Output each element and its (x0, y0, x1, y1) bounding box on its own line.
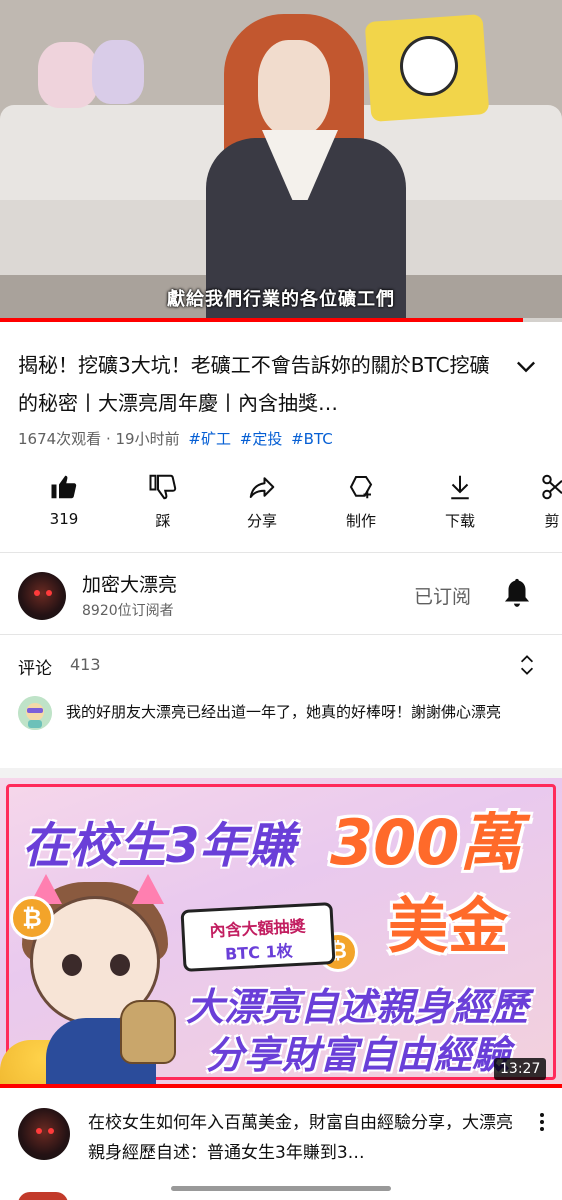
bitcoin-icon: ₿ (10, 896, 54, 940)
cartoon-girl-eye (62, 954, 82, 976)
video-duration-badge: 13:27 (494, 1058, 547, 1080)
create-label: 制作 (345, 512, 376, 530)
download-label: 下载 (444, 512, 475, 530)
more-vert-icon[interactable] (532, 1110, 552, 1134)
next-video-channel-avatar[interactable] (18, 1108, 70, 1160)
dislike-button[interactable]: 踩 (123, 472, 203, 542)
subscriber-count: 8920位订阅者 (82, 603, 174, 619)
commenter-avatar-image (18, 696, 52, 730)
create-button[interactable]: 制作 (321, 472, 401, 542)
expand-collapse-icon[interactable] (514, 652, 540, 678)
next-video-thumbnail[interactable]: ₿ ₿ 在校生3年賺 300萬 美金 內含大額抽獎 BTC 1枚 大漂亮自述親身… (0, 778, 562, 1086)
thumbnail-headline-amount: 300萬 (330, 806, 522, 879)
like-button[interactable]: 319 (24, 472, 104, 542)
hashtag-link[interactable]: #BTC (291, 430, 333, 448)
next-video-title[interactable]: 在校女生如何年入百萬美金，財富自由經驗分享，大漂亮親身經歷自述：普通女生3年賺到… (88, 1108, 518, 1168)
cartoon-girl-eye (110, 954, 130, 976)
avatar-eye (36, 1128, 42, 1134)
commenter-avatar (18, 696, 52, 730)
divider (0, 552, 562, 553)
thumbs-down-icon (149, 474, 177, 500)
channel-avatar[interactable] (18, 572, 66, 620)
share-button[interactable]: 分享 (222, 472, 302, 542)
video-frame-plush-toy (92, 40, 144, 104)
action-row: 319 踩 分享 制作 下载 剪 (0, 472, 562, 542)
watched-progress-bar (0, 1084, 562, 1088)
view-count: 1674次观看 (18, 430, 102, 448)
thumbnail-giveaway-badge: 內含大額抽獎 BTC 1枚 (180, 902, 336, 972)
video-title[interactable]: 揭秘！挖礦3大坑！老礦工不會告訴妳的關於BTC挖礦的秘密丨大漂亮周年慶丨內含抽獎… (18, 346, 498, 422)
share-label: 分享 (246, 512, 277, 530)
thumbnail-subheadline: 分享財富自由經驗 (206, 1033, 511, 1077)
channel-name[interactable]: 加密大漂亮 (82, 570, 177, 597)
avatar-eye (46, 590, 52, 596)
thumbnail-subheadline: 大漂亮自述親身經歷 (186, 985, 529, 1029)
top-comment-text: 我的好朋友大漂亮已经出道一年了，她真的好棒呀！謝謝佛心漂亮 (66, 703, 502, 721)
section-gap (0, 768, 562, 778)
hashtag-link[interactable]: #矿工 (188, 430, 231, 448)
subscribed-button[interactable]: 已订阅 (414, 582, 471, 609)
clip-button[interactable]: 剪 (512, 472, 562, 542)
video-meta: 1674次观看 · 19小时前 #矿工 #定投 #BTC (18, 428, 333, 449)
upload-age: 19小时前 (115, 430, 180, 448)
money-bag-icon (120, 1000, 176, 1064)
thumbs-up-icon (51, 475, 77, 499)
dislike-label: 踩 (155, 512, 171, 530)
avatar-eye (34, 590, 40, 596)
share-icon (249, 477, 275, 498)
thumbnail-headline: 在校生3年賺 (22, 818, 296, 874)
video-frame-pillow-face (400, 36, 458, 96)
clip-label: 剪 (544, 512, 560, 530)
video-progress-fill (0, 318, 523, 322)
chevron-down-icon[interactable] (512, 352, 540, 380)
peek-channel-avatar (18, 1192, 68, 1200)
avatar-eye (48, 1128, 54, 1134)
bell-icon[interactable] (500, 576, 534, 610)
home-indicator[interactable] (171, 1186, 391, 1191)
video-frame-plush-toy (38, 42, 98, 108)
cat-ear-right (132, 874, 164, 904)
like-count: 319 (49, 510, 79, 528)
download-icon (451, 475, 469, 500)
meta-separator: · (105, 430, 116, 448)
clip-icon (542, 474, 562, 500)
download-button[interactable]: 下载 (420, 472, 500, 542)
video-player[interactable]: 獻給我們行業的各位礦工們 (0, 0, 562, 322)
comments-title: 评论 (18, 659, 52, 679)
video-subtitle: 獻給我們行業的各位礦工們 (167, 289, 395, 310)
thumbnail-headline-currency: 美金 (388, 892, 508, 962)
divider (0, 634, 562, 635)
create-icon (349, 476, 373, 499)
hashtag-link[interactable]: #定投 (240, 430, 283, 448)
comments-count: 413 (70, 655, 101, 674)
video-frame-presenter-face (258, 40, 330, 136)
